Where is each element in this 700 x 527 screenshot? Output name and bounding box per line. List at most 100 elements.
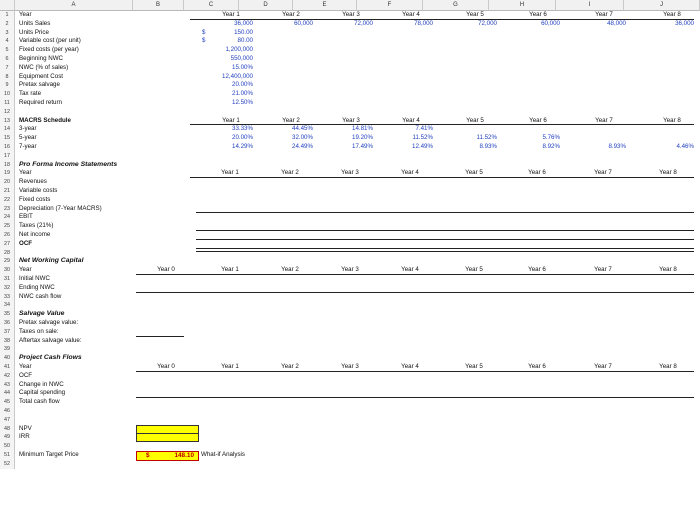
nwc-label[interactable]: NWC cash flow (19, 293, 61, 302)
column-header-f[interactable]: F (357, 0, 423, 11)
row-header[interactable]: 22 (0, 195, 15, 205)
input-label[interactable]: NWC (% of sales) (19, 64, 68, 73)
input-label[interactable]: Year (19, 11, 32, 20)
row-header[interactable]: 20 (0, 178, 15, 187)
row-header[interactable]: 48 (0, 424, 15, 434)
column-header-h[interactable]: H (489, 0, 556, 11)
input-value-cell[interactable]: 15.00% (193, 64, 253, 73)
macrs-label[interactable]: 5-year (19, 134, 37, 143)
input-value-cell[interactable]: 20.00% (193, 81, 253, 90)
macrs-7yr-cell[interactable]: 8.92% (500, 143, 560, 152)
units-sales-cell[interactable]: 60,000 (253, 20, 313, 29)
row-header[interactable]: 24 (0, 213, 15, 223)
input-label[interactable]: Units Sales (19, 20, 50, 29)
macrs-3yr-cell[interactable]: 14.81% (313, 125, 373, 134)
macrs-7yr-cell[interactable]: 24.49% (253, 143, 313, 152)
row-header[interactable]: 46 (0, 407, 15, 416)
income-label[interactable]: Net income (19, 231, 50, 240)
income-label[interactable]: Variable costs (19, 187, 57, 196)
cashflow-label[interactable]: Year (19, 363, 32, 372)
macrs-3yr-cell[interactable]: 7.41% (373, 125, 433, 134)
row-header[interactable]: 42 (0, 371, 15, 381)
input-label[interactable]: Required return (19, 99, 62, 108)
row-header[interactable]: 37 (0, 327, 15, 337)
income-label[interactable]: Taxes (21%) (19, 222, 53, 231)
section-title-macrs[interactable]: MACRS Schedule (19, 117, 71, 126)
macrs-7yr-cell[interactable]: 12.49% (373, 143, 433, 152)
cashflow-label[interactable]: Capital spending (19, 389, 65, 398)
macrs-5yr-cell[interactable]: 11.52% (437, 134, 497, 143)
row-header[interactable]: 10 (0, 90, 15, 99)
row-header[interactable]: 27 (0, 239, 15, 249)
column-header-e[interactable]: E (293, 0, 357, 11)
macrs-7yr-cell[interactable]: 14.29% (193, 143, 253, 152)
cashflow-label[interactable]: Change in NWC (19, 381, 64, 390)
row-header[interactable]: 15 (0, 134, 15, 143)
row-header[interactable]: 23 (0, 204, 15, 214)
row-header[interactable]: 35 (0, 310, 15, 319)
row-header[interactable]: 5 (0, 46, 15, 55)
row-header[interactable]: 30 (0, 266, 15, 275)
npv-label[interactable]: NPV (19, 425, 32, 434)
row-header[interactable]: 39 (0, 345, 15, 355)
row-header[interactable]: 9 (0, 81, 15, 91)
macrs-5yr-cell[interactable]: 32.00% (253, 134, 313, 143)
column-header-g[interactable]: G (423, 0, 489, 11)
nwc-label[interactable]: Year (19, 266, 32, 275)
row-header[interactable]: 47 (0, 415, 15, 425)
macrs-7yr-cell[interactable]: 8.93% (437, 143, 497, 152)
income-label[interactable]: Year (19, 169, 32, 178)
section-title-nwc[interactable]: Net Working Capital (19, 257, 83, 266)
macrs-7yr-cell[interactable]: 4.46% (634, 143, 694, 152)
row-header[interactable]: 44 (0, 389, 15, 399)
units-sales-cell[interactable]: 72,000 (437, 20, 497, 29)
input-label[interactable]: Beginning NWC (19, 55, 63, 64)
row-header[interactable]: 14 (0, 125, 15, 135)
nwc-label[interactable]: Initial NWC (19, 275, 50, 284)
column-header-c[interactable]: C (184, 0, 239, 11)
input-value-cell[interactable]: 21.00% (193, 90, 253, 99)
row-header[interactable]: 13 (0, 116, 15, 126)
units-sales-cell[interactable]: 36,000 (634, 20, 694, 29)
macrs-label[interactable]: 3-year (19, 125, 37, 134)
row-header[interactable]: 33 (0, 292, 15, 302)
macrs-5yr-cell[interactable]: 11.52% (373, 134, 433, 143)
macrs-7yr-cell[interactable]: 8.93% (566, 143, 626, 152)
input-value-cell[interactable]: 550,000 (193, 55, 253, 64)
column-header-a[interactable]: A (15, 0, 133, 11)
nwc-label[interactable]: Ending NWC (19, 284, 55, 293)
row-header[interactable]: 1 (0, 11, 15, 20)
input-value-cell[interactable]: 12,400,000 (193, 73, 253, 82)
row-header[interactable]: 40 (0, 354, 15, 363)
cashflow-label[interactable]: Total cash flow (19, 398, 60, 407)
row-header[interactable]: 45 (0, 398, 15, 407)
units-sales-cell[interactable]: 48,000 (566, 20, 626, 29)
corner-cell[interactable] (0, 0, 15, 11)
row-header[interactable]: 4 (0, 37, 15, 47)
row-header[interactable]: 7 (0, 63, 15, 73)
section-title-income[interactable]: Pro Forma Income Statements (19, 161, 117, 170)
input-label[interactable]: Equipment Cost (19, 73, 63, 82)
income-label[interactable]: Revenues (19, 178, 47, 187)
units-sales-cell[interactable]: 60,000 (500, 20, 560, 29)
input-value-cell[interactable]: 12.50% (193, 99, 253, 108)
row-header[interactable]: 3 (0, 28, 15, 38)
macrs-5yr-cell[interactable]: 5.76% (500, 134, 560, 143)
target-price-label[interactable]: Minimum Target Price (19, 451, 79, 460)
macrs-5yr-cell[interactable]: 19.20% (313, 134, 373, 143)
salvage-label[interactable]: Taxes on sale: (19, 328, 59, 337)
income-label[interactable]: Fixed costs (19, 196, 50, 205)
row-header[interactable]: 50 (0, 442, 15, 451)
column-header-d[interactable]: D (239, 0, 293, 11)
row-header[interactable]: 43 (0, 380, 15, 390)
row-header[interactable]: 19 (0, 169, 15, 179)
column-header-b[interactable]: B (133, 0, 184, 11)
npv-cell[interactable] (136, 424, 199, 434)
macrs-label[interactable]: 7-year (19, 143, 37, 152)
row-header[interactable]: 28 (0, 248, 15, 258)
units-sales-cell[interactable]: 78,000 (373, 20, 433, 29)
input-label[interactable]: Pretax salvage (19, 81, 60, 90)
macrs-3yr-cell[interactable]: 33.33% (193, 125, 253, 134)
target-price-cell[interactable]: $148.10 (136, 450, 199, 461)
row-header[interactable]: 25 (0, 222, 15, 231)
